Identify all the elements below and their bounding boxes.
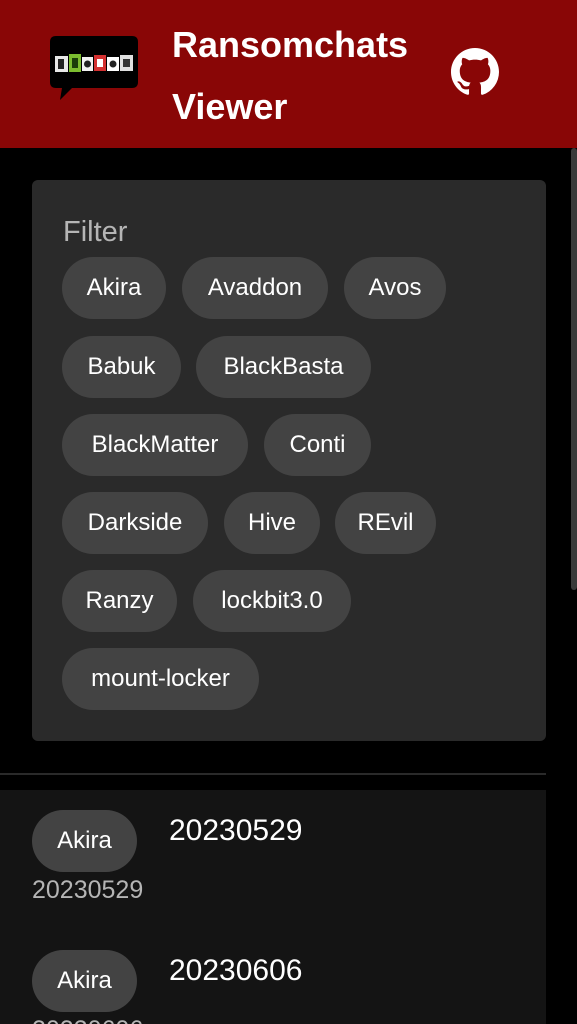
chat-subtitle: 20230606 bbox=[32, 1016, 143, 1024]
group-chip[interactable]: Akira bbox=[32, 950, 137, 1012]
filter-chip-revil[interactable]: REvil bbox=[335, 492, 436, 554]
filter-chip-hive[interactable]: Hive bbox=[224, 492, 320, 554]
chat-list-item[interactable]: Akira 20230606 20230606 bbox=[0, 930, 546, 1024]
filter-panel: Filter Akira Avaddon Avos Babuk BlackBas… bbox=[32, 180, 546, 741]
scrollbar[interactable] bbox=[571, 148, 577, 590]
group-chip[interactable]: Akira bbox=[32, 810, 137, 872]
page-title: Ransomchats Viewer bbox=[172, 24, 409, 127]
filter-chip-akira[interactable]: Akira bbox=[62, 257, 166, 319]
filter-chip-ranzy[interactable]: Ranzy bbox=[62, 570, 177, 632]
filter-chip-darkside[interactable]: Darkside bbox=[62, 492, 208, 554]
filter-chip-lockbit3[interactable]: lockbit3.0 bbox=[193, 570, 351, 632]
filter-chip-conti[interactable]: Conti bbox=[264, 414, 371, 476]
chat-subtitle: 20230529 bbox=[32, 876, 144, 904]
filter-chip-avos[interactable]: Avos bbox=[344, 257, 446, 319]
app-header: Ransomchats Viewer bbox=[0, 0, 577, 148]
filter-chip-blackbasta[interactable]: BlackBasta bbox=[196, 336, 371, 398]
divider bbox=[0, 773, 546, 775]
ransom-chat-bubble-logo[interactable] bbox=[48, 34, 140, 104]
filter-chip-avaddon[interactable]: Avaddon bbox=[182, 257, 328, 319]
chat-list-item[interactable]: Akira 20230529 20230529 bbox=[0, 790, 546, 930]
filter-chip-babuk[interactable]: Babuk bbox=[62, 336, 181, 398]
chat-title: 20230529 bbox=[169, 814, 303, 847]
chat-title: 20230606 bbox=[169, 954, 303, 987]
github-icon[interactable] bbox=[451, 48, 499, 96]
filter-chip-mount-locker[interactable]: mount-locker bbox=[62, 648, 259, 710]
filter-chip-blackmatter[interactable]: BlackMatter bbox=[62, 414, 248, 476]
app-root: Ransomchats Viewer Filter Akira Avaddon … bbox=[0, 0, 577, 1024]
filter-label: Filter bbox=[63, 216, 128, 248]
